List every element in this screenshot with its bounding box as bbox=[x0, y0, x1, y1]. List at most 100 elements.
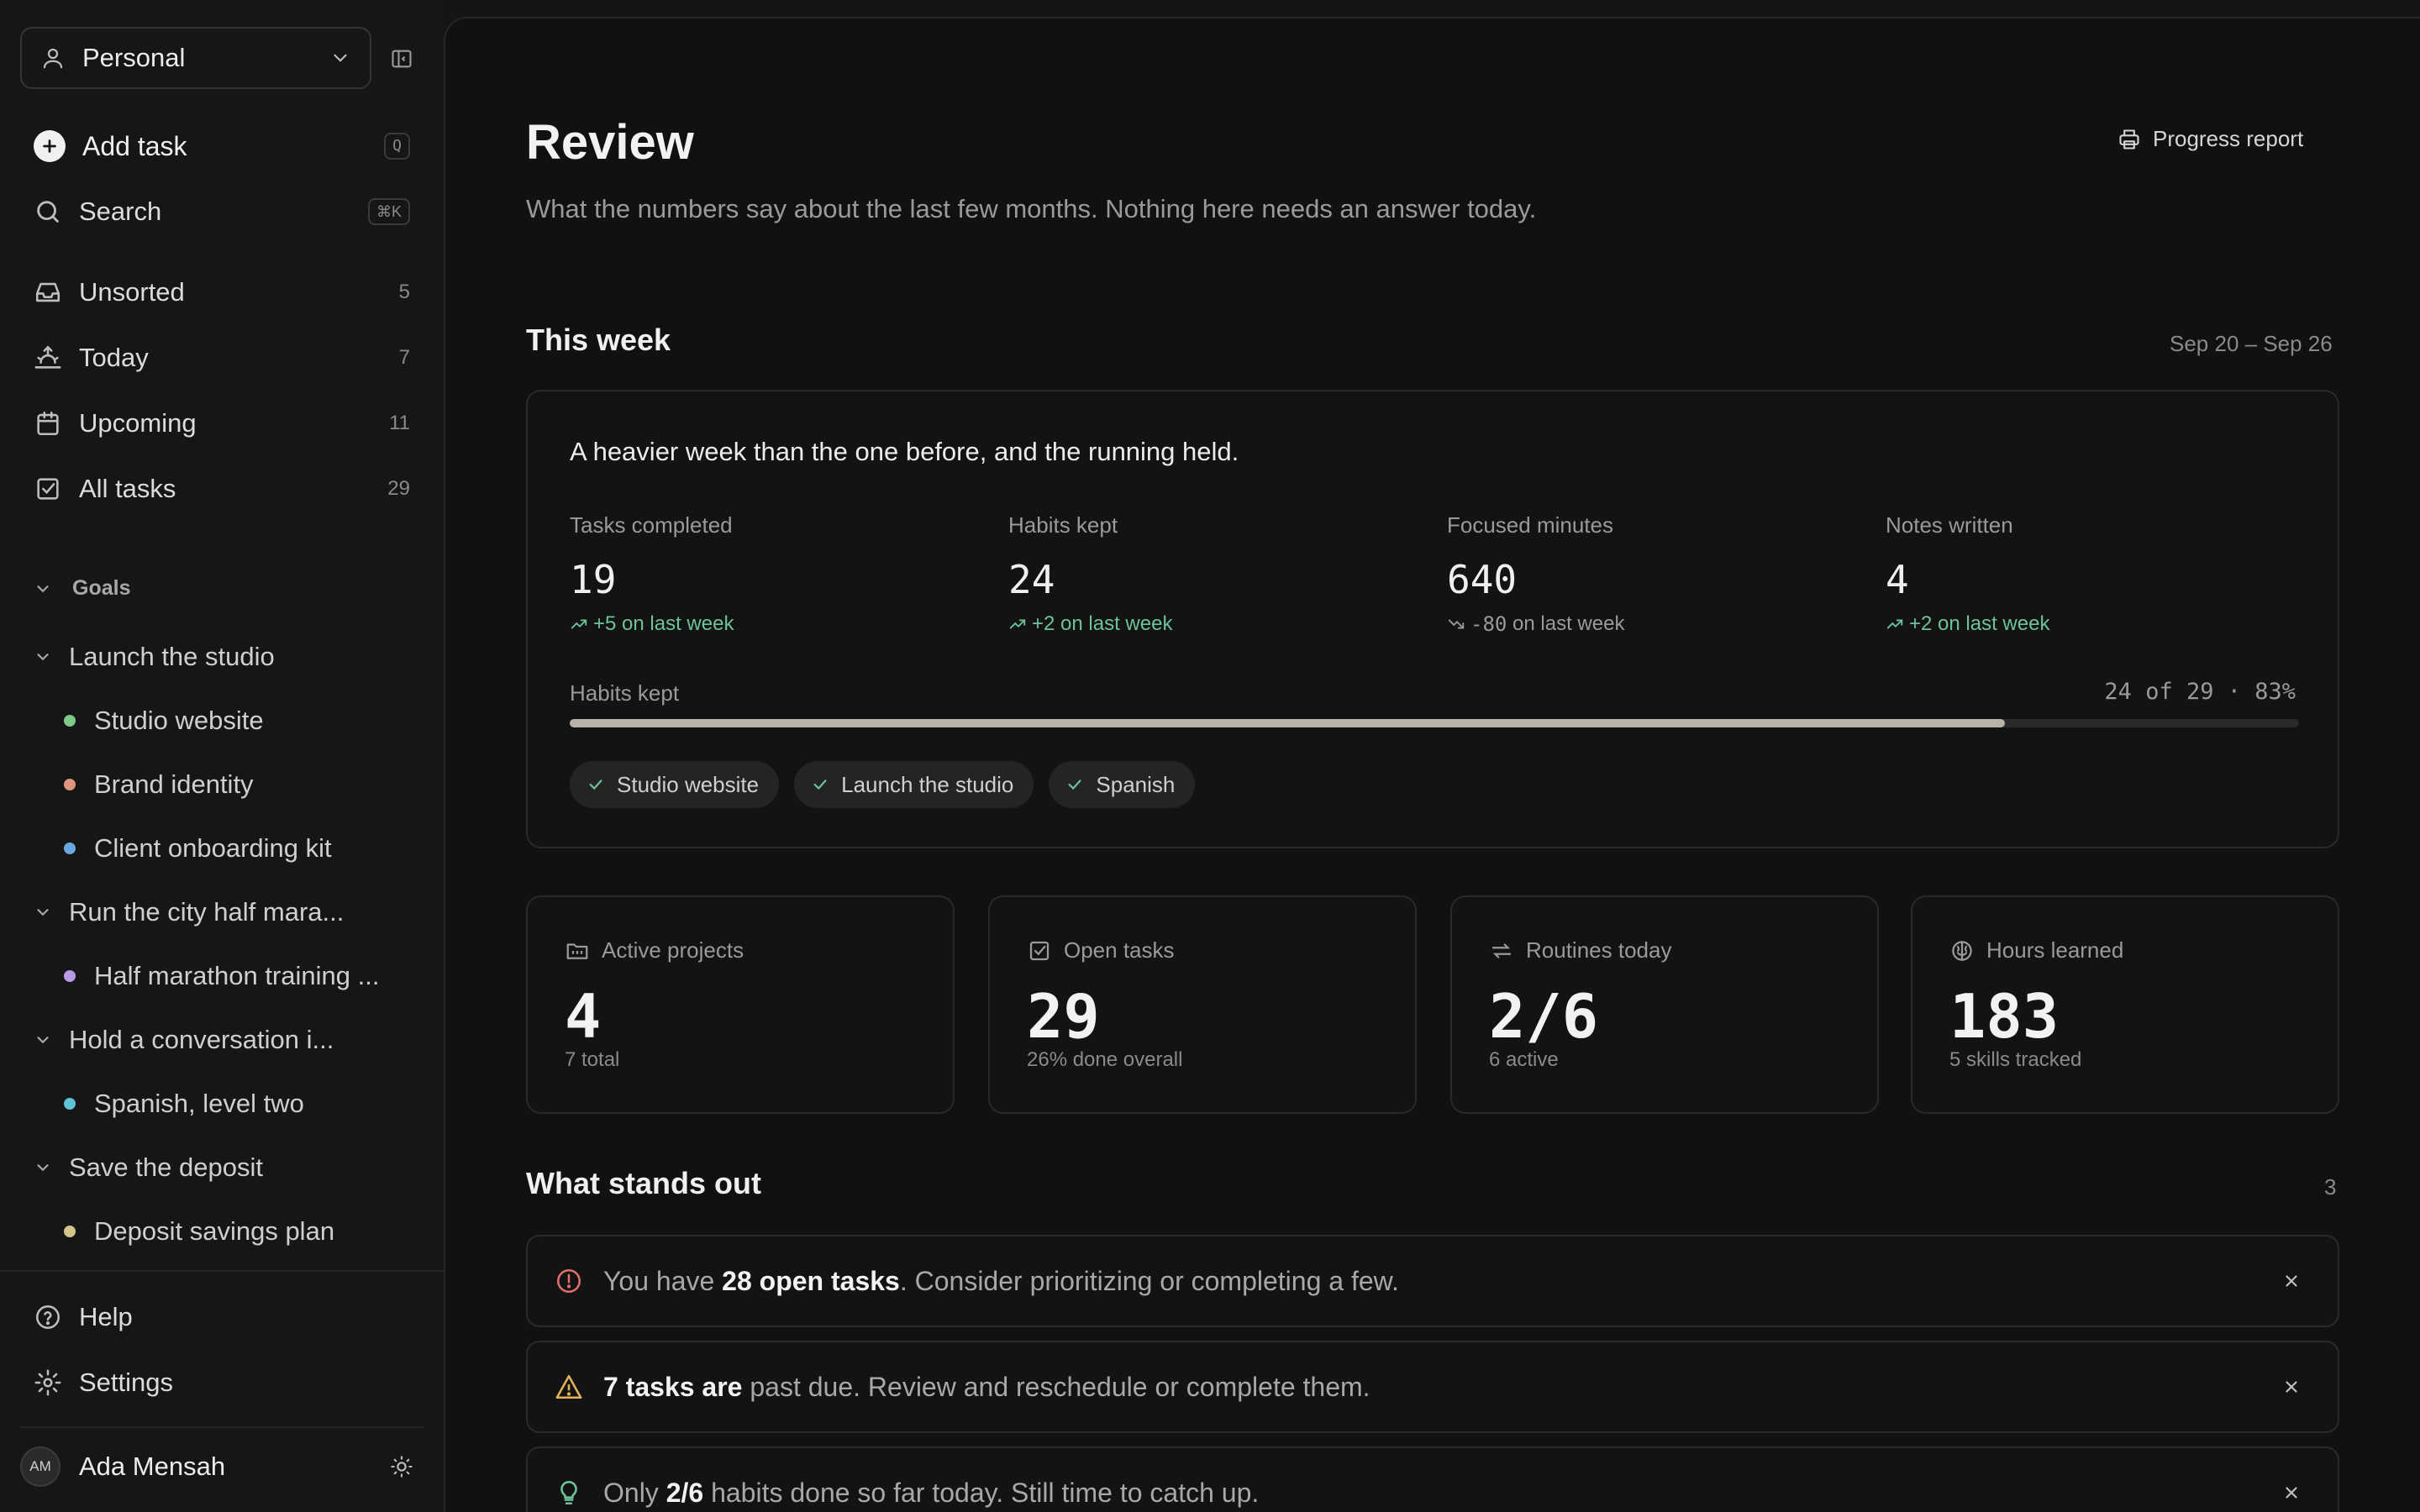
metric-label: Open tasks bbox=[1064, 937, 1175, 963]
stat-delta-text: on last week bbox=[1512, 612, 1625, 635]
stat-label: Notes written bbox=[1886, 512, 2013, 538]
project-item[interactable]: Brand identity bbox=[64, 761, 254, 808]
metric-card-open-tasks[interactable]: Open tasks 29 26% done overall bbox=[988, 895, 1417, 1114]
habit-chip[interactable]: Studio website bbox=[570, 761, 780, 808]
goals-heading: Goals bbox=[72, 576, 131, 600]
metric-label: Routines today bbox=[1526, 937, 1672, 963]
checkbox-icon bbox=[34, 475, 62, 503]
goal-item[interactable]: Launch the studio bbox=[34, 633, 275, 680]
check-icon bbox=[1065, 775, 1084, 794]
workspace-switcher[interactable]: Personal bbox=[20, 27, 371, 89]
sidebar-item-unsorted[interactable]: Unsorted 5 bbox=[34, 269, 410, 316]
search-button[interactable]: Search ⌘K bbox=[34, 188, 410, 235]
habit-chip[interactable]: Launch the studio bbox=[794, 761, 1034, 808]
goal-item[interactable]: Hold a conversation i... bbox=[34, 1016, 334, 1063]
search-label: Search bbox=[79, 197, 162, 226]
alert-circle-icon bbox=[555, 1267, 583, 1295]
habits-progress-bar bbox=[570, 719, 2299, 727]
habits-progress-fill bbox=[570, 719, 2006, 727]
trend-up-icon bbox=[1008, 615, 1027, 633]
stat-delta: +5 on last week bbox=[570, 612, 734, 636]
add-task-button[interactable]: Add task Q bbox=[34, 123, 410, 170]
page-subtitle: What the numbers say about the last few … bbox=[526, 194, 1537, 223]
chevron-down-icon bbox=[329, 47, 351, 69]
metric-sub: 5 skills tracked bbox=[1949, 1048, 2082, 1071]
metric-label: Active projects bbox=[602, 937, 744, 963]
close-icon[interactable] bbox=[2282, 1272, 2301, 1290]
goal-label: Save the deposit bbox=[69, 1152, 263, 1182]
metric-card-routines-today[interactable]: Routines today 2/6 6 active bbox=[1450, 895, 1879, 1114]
calendar-icon bbox=[34, 409, 62, 438]
user-name: Ada Mensah bbox=[79, 1452, 226, 1481]
habit-chip[interactable]: Spanish bbox=[1049, 761, 1196, 808]
checkbox-icon bbox=[1027, 938, 1052, 963]
goals-section-toggle[interactable]: Goals bbox=[34, 576, 130, 601]
trend-up-icon bbox=[1886, 615, 1904, 633]
habits-progress-ratio: 24 of 29 · 83% bbox=[2104, 679, 2296, 705]
add-task-shortcut: Q bbox=[384, 133, 410, 160]
plus-icon bbox=[34, 130, 66, 162]
sidebar-item-count: 29 bbox=[387, 477, 410, 500]
close-icon[interactable] bbox=[2282, 1483, 2301, 1502]
project-color-dot bbox=[64, 715, 76, 727]
goal-item[interactable]: Run the city half mara... bbox=[34, 889, 344, 936]
stat-delta: -80 on last week bbox=[1447, 612, 1624, 636]
project-item[interactable]: Half marathon training ... bbox=[64, 953, 379, 1000]
habit-chip-label: Launch the studio bbox=[841, 771, 1014, 797]
search-shortcut: ⌘K bbox=[367, 198, 410, 225]
chevron-down-icon bbox=[34, 648, 52, 666]
insight-alert: You have 28 open tasks. Consider priorit… bbox=[526, 1235, 2339, 1327]
project-color-dot bbox=[64, 970, 76, 982]
metric-card-hours-learned[interactable]: Hours learned 183 5 skills tracked bbox=[1911, 895, 2339, 1114]
stat-notes-written: Notes written 4 +2 on last week bbox=[1886, 512, 2049, 636]
stat-delta-number: +2 bbox=[1032, 612, 1055, 635]
avatar: AM bbox=[20, 1446, 60, 1487]
trend-down-icon bbox=[1447, 615, 1465, 633]
printer-icon bbox=[2118, 128, 2141, 151]
lightbulb-icon bbox=[555, 1478, 583, 1507]
stat-value: 640 bbox=[1447, 557, 1518, 602]
project-item[interactable]: Client onboarding kit bbox=[64, 825, 332, 872]
week-date-range: Sep 20 – Sep 26 bbox=[2170, 331, 2333, 356]
habits-progress-label: Habits kept bbox=[570, 680, 680, 706]
sidebar-item-label: Unsorted bbox=[79, 277, 185, 307]
alert-text: 7 tasks are past due. Review and resched… bbox=[603, 1371, 1370, 1402]
user-profile[interactable]: AM Ada Mensah bbox=[20, 1443, 413, 1490]
this-week-card: A heavier week than the one before, and … bbox=[526, 390, 2339, 848]
sidebar-collapse-icon[interactable] bbox=[390, 47, 413, 71]
inbox-icon bbox=[34, 278, 62, 307]
sidebar-item-count: 11 bbox=[389, 412, 410, 434]
check-icon bbox=[811, 775, 829, 794]
sidebar-item-today[interactable]: Today 7 bbox=[34, 334, 410, 381]
add-task-label: Add task bbox=[82, 130, 187, 161]
project-color-dot bbox=[64, 1098, 76, 1110]
metric-card-active-projects[interactable]: Active projects 4 7 total bbox=[526, 895, 955, 1114]
stat-delta-number: -80 bbox=[1470, 612, 1507, 636]
progress-report-button[interactable]: Progress report bbox=[2118, 126, 2303, 152]
progress-report-label: Progress report bbox=[2153, 126, 2304, 151]
check-icon bbox=[587, 775, 605, 794]
sidebar-item-all-tasks[interactable]: All tasks 29 bbox=[34, 465, 410, 512]
stat-delta-number: +5 bbox=[593, 612, 617, 635]
stat-value: 4 bbox=[1886, 557, 1909, 602]
goal-item[interactable]: Save the deposit bbox=[34, 1144, 263, 1191]
settings-button[interactable]: Settings bbox=[34, 1359, 410, 1406]
trend-up-icon bbox=[570, 615, 588, 633]
close-icon[interactable] bbox=[2282, 1378, 2301, 1396]
repeat-icon bbox=[1489, 938, 1514, 963]
stat-delta-text: on last week bbox=[1938, 612, 2050, 635]
stat-value: 24 bbox=[1008, 557, 1055, 602]
project-item[interactable]: Deposit savings plan bbox=[64, 1208, 334, 1255]
stat-delta-text: on last week bbox=[1060, 612, 1173, 635]
help-button[interactable]: Help bbox=[34, 1294, 410, 1341]
sidebar-item-upcoming[interactable]: Upcoming 11 bbox=[34, 400, 410, 447]
insight-alert: Only 2/6 habits done so far today. Still… bbox=[526, 1446, 2339, 1512]
project-item[interactable]: Studio website bbox=[64, 697, 264, 744]
habit-chips: Studio website Launch the studio Spanish bbox=[570, 761, 1196, 808]
stat-delta-text: on last week bbox=[622, 612, 734, 635]
project-item[interactable]: Spanish, level two bbox=[64, 1080, 304, 1127]
help-label: Help bbox=[79, 1302, 133, 1331]
sun-icon[interactable] bbox=[390, 1455, 413, 1478]
sidebar-item-label: Upcoming bbox=[79, 408, 197, 438]
sidebar-divider bbox=[0, 1270, 444, 1272]
